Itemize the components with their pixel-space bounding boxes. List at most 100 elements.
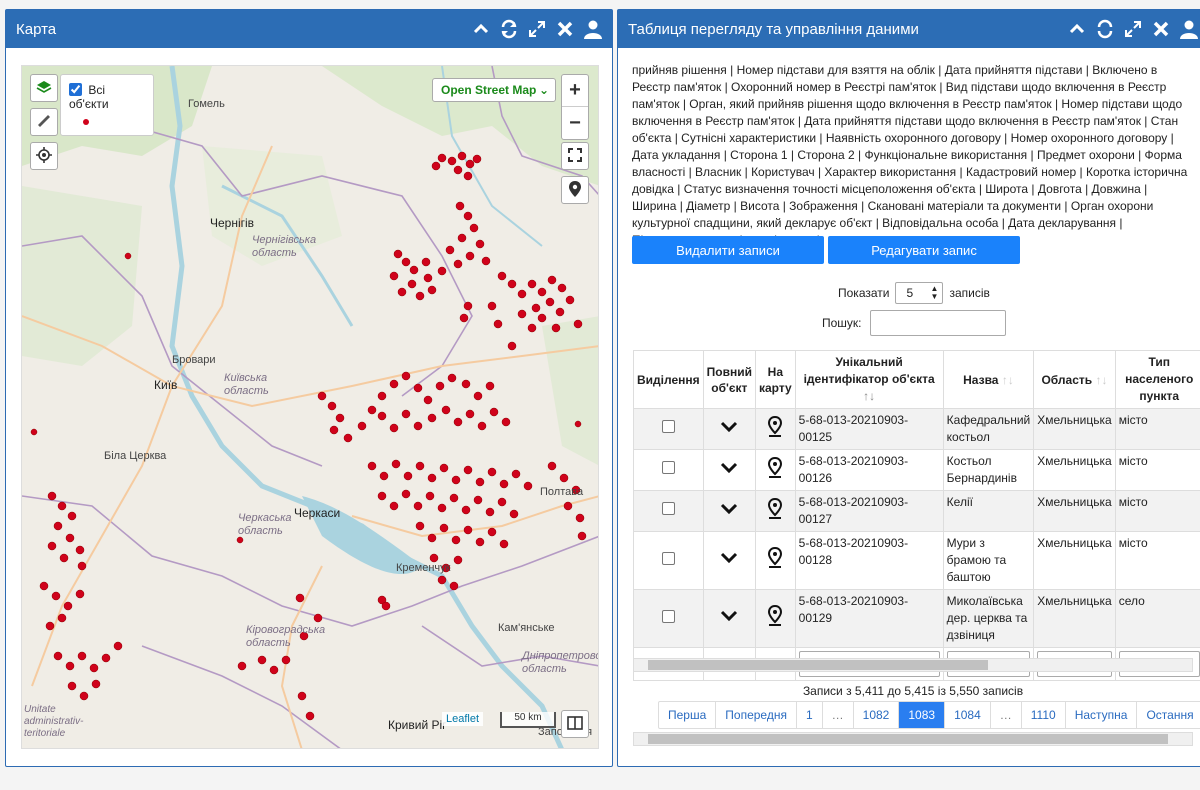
map-pin-icon[interactable]	[766, 604, 784, 630]
expand-icon[interactable]	[526, 18, 548, 40]
collapse-icon[interactable]	[1066, 18, 1088, 40]
col-selection[interactable]: Виділення	[633, 350, 704, 409]
close-icon[interactable]	[554, 18, 576, 40]
layers-icon	[36, 79, 52, 98]
user-icon[interactable]	[1178, 18, 1200, 40]
chevron-down-icon: ⌄	[538, 83, 549, 97]
scrollbar-thumb[interactable]	[648, 660, 988, 670]
row-select-checkbox[interactable]	[661, 420, 675, 433]
chevron-down-icon[interactable]	[720, 503, 738, 518]
cell-name: Кафедральний костьол	[942, 408, 1035, 450]
map-label-kyiv: Київ	[154, 378, 178, 392]
pager-item[interactable]: Наступна	[1066, 702, 1138, 728]
pager-item[interactable]: 1084	[945, 702, 991, 728]
base-layer-select[interactable]: Open Street Map ⌄	[432, 78, 556, 102]
fullscreen-button[interactable]	[561, 142, 589, 170]
search-control: Пошук:	[822, 310, 1006, 336]
base-layer-label: Open Street Map	[441, 83, 537, 97]
zoom-in-button[interactable]: +	[562, 75, 588, 107]
pager-item[interactable]: 1	[797, 702, 823, 728]
panel-horizontal-scrollbar[interactable]	[633, 732, 1193, 746]
cell-type: село	[1114, 589, 1200, 648]
crosshair-icon	[36, 146, 52, 166]
page-size-control: Показати 5 ▲ ▼ записів	[838, 282, 990, 304]
table-row[interactable]: 5-68-013-20210903-00129 Миколаївська дер.…	[633, 589, 1200, 648]
pager-item: …	[991, 702, 1022, 728]
expand-icon[interactable]	[1122, 18, 1144, 40]
table-row[interactable]: 5-68-013-20210903-00128 Мури з брамою та …	[633, 531, 1200, 590]
ruler-button[interactable]	[30, 108, 58, 136]
collapse-icon[interactable]	[470, 18, 492, 40]
layers-button[interactable]	[30, 74, 58, 102]
map-label-kirovohrad-region: Кіровоградська область	[246, 624, 326, 649]
col-uid[interactable]: Унікальний ідентифікатор об'єкта ↑↓	[794, 350, 944, 409]
row-select-checkbox[interactable]	[661, 551, 675, 565]
cell-name: Мури з брамою та баштою	[942, 531, 1035, 590]
row-select-checkbox[interactable]	[661, 461, 675, 474]
zoom-out-button[interactable]: −	[562, 107, 588, 139]
layer-control: Всі об'єкти	[60, 74, 154, 136]
row-select-checkbox[interactable]	[661, 502, 675, 515]
panel-toggle-icon	[567, 715, 583, 733]
col-full-object[interactable]: Повний об'єкт	[702, 350, 756, 409]
map-attribution[interactable]: Leaflet	[442, 712, 484, 726]
table-row[interactable]: 5-68-013-20210903-00125 Кафедральний кост…	[633, 408, 1200, 450]
cell-uid: 5-68-013-20210903-00127	[794, 490, 944, 532]
pager-item[interactable]: Попередня	[716, 702, 797, 728]
fullscreen-icon	[568, 147, 582, 165]
chevron-down-icon[interactable]	[720, 421, 738, 436]
refresh-icon[interactable]	[1094, 18, 1116, 40]
search-input[interactable]	[869, 310, 1006, 336]
edit-record-button[interactable]: Редагувати запис	[828, 236, 1020, 264]
marker-button[interactable]	[561, 176, 589, 204]
refresh-icon[interactable]	[498, 18, 520, 40]
data-table: Виділення Повний об'єкт На карту Унікаль…	[633, 350, 1200, 681]
pager-item[interactable]: 1083	[899, 702, 946, 728]
table-row[interactable]: 5-68-013-20210903-00127 Келії Хмельницька м…	[633, 490, 1200, 532]
map-pin-icon[interactable]	[766, 415, 784, 441]
col-settlement-type[interactable]: Тип населеного пункта	[1114, 350, 1200, 409]
layer-all-objects[interactable]: Всі об'єкти	[69, 83, 109, 111]
map-view[interactable]: Гомель ир Чернігів Чернігівська область …	[21, 65, 599, 749]
scrollbar-thumb[interactable]	[648, 734, 1168, 744]
page-size-suffix: записів	[949, 286, 990, 300]
cell-uid: 5-68-013-20210903-00129	[794, 589, 944, 648]
pager-item[interactable]: 1110	[1022, 702, 1066, 728]
table-row[interactable]: 5-68-013-20210903-00126 Костьол Бернардин…	[633, 449, 1200, 491]
pager-item[interactable]: 1082	[854, 702, 900, 728]
delete-records-button[interactable]: Видалити записи	[632, 236, 824, 264]
map-pin-icon[interactable]	[766, 497, 784, 523]
map-pin-icon[interactable]	[766, 546, 784, 572]
minimap-toggle-button[interactable]	[561, 710, 589, 738]
chevron-down-icon[interactable]	[720, 462, 738, 477]
map-label-poltava: Полтава	[540, 486, 584, 498]
col-uid-label: Унікальний ідентифікатор об'єкта	[803, 355, 935, 386]
close-icon[interactable]	[1150, 18, 1172, 40]
map-panel-title: Карта	[16, 20, 57, 38]
col-region[interactable]: Область ↑↓	[1033, 350, 1116, 409]
spinner-icon: ▲ ▼	[930, 284, 939, 301]
records-info: Записи з 5,411 до 5,415 із 5,550 записів	[802, 684, 1024, 698]
table-horizontal-scrollbar[interactable]	[633, 658, 1193, 672]
map-label-unitate: Unitate administrativ-teritoriale	[24, 704, 84, 739]
cell-region: Хмельницька	[1033, 449, 1116, 491]
pager-item[interactable]: Перша	[659, 702, 717, 728]
chevron-down-icon[interactable]	[720, 552, 738, 567]
cell-uid: 5-68-013-20210903-00125	[794, 408, 944, 450]
map-label-homel: Гомель	[188, 98, 225, 110]
map-label-bila-tserkva: Біла Церква	[104, 450, 167, 462]
cell-type: місто	[1114, 408, 1200, 450]
locate-button[interactable]	[30, 142, 58, 170]
layer-all-objects-checkbox[interactable]	[69, 83, 82, 96]
chevron-down-icon[interactable]	[720, 610, 738, 625]
row-select-checkbox[interactable]	[661, 609, 675, 623]
pager-item[interactable]: Остання	[1137, 702, 1200, 728]
col-on-map[interactable]: На карту	[754, 350, 796, 409]
map-pin-icon[interactable]	[766, 456, 784, 482]
col-name[interactable]: Назва ↑↓	[942, 350, 1035, 409]
cell-type: місто	[1114, 449, 1200, 491]
sort-icon: ↑↓	[863, 389, 876, 403]
page-size-value: 5	[906, 286, 914, 300]
page-size-select[interactable]: 5 ▲ ▼	[895, 282, 944, 304]
user-icon[interactable]	[582, 18, 604, 40]
